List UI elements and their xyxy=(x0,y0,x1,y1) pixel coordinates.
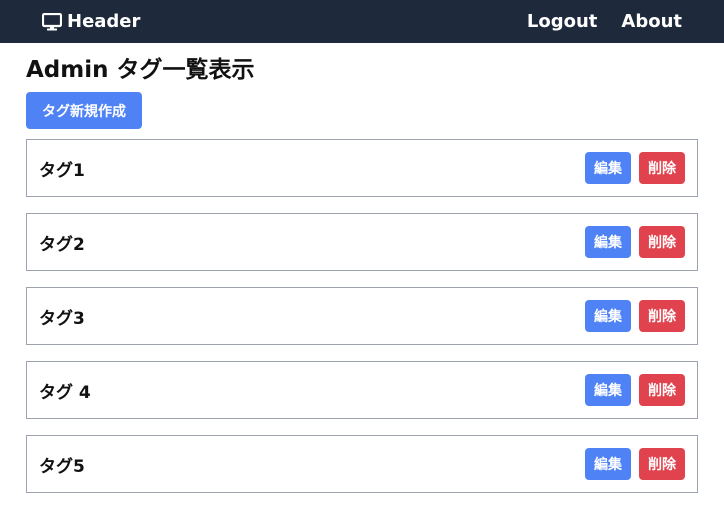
delete-button[interactable]: 削除 xyxy=(639,300,685,332)
delete-button[interactable]: 削除 xyxy=(639,374,685,406)
row-actions: 編集 削除 xyxy=(585,152,685,184)
edit-button[interactable]: 編集 xyxy=(585,448,631,480)
tag-row: タグ3 編集 削除 xyxy=(26,287,698,345)
edit-button[interactable]: 編集 xyxy=(585,152,631,184)
delete-button[interactable]: 削除 xyxy=(639,226,685,258)
tag-name: タグ2 xyxy=(39,234,85,255)
main-content: Admin タグ一覧表示 タグ新規作成 タグ1 編集 削除 タグ2 編集 削除 … xyxy=(0,56,724,493)
page-title: Admin タグ一覧表示 xyxy=(26,57,255,83)
row-actions: 編集 削除 xyxy=(585,300,685,332)
tag-row: タグ 4 編集 削除 xyxy=(26,361,698,419)
about-link[interactable]: About xyxy=(621,11,682,32)
row-actions: 編集 削除 xyxy=(585,448,685,480)
tag-name: タグ5 xyxy=(39,456,85,477)
tag-name: タグ1 xyxy=(39,160,85,181)
row-actions: 編集 削除 xyxy=(585,226,685,258)
tag-row: タグ1 編集 削除 xyxy=(26,139,698,197)
top-navbar: Header Logout About xyxy=(0,0,724,43)
create-tag-button[interactable]: タグ新規作成 xyxy=(26,92,142,129)
brand-label: Header xyxy=(67,11,141,32)
edit-button[interactable]: 編集 xyxy=(585,226,631,258)
tag-row: タグ5 編集 削除 xyxy=(26,435,698,493)
logout-link[interactable]: Logout xyxy=(527,11,598,32)
tag-name: タグ 4 xyxy=(39,382,91,403)
edit-button[interactable]: 編集 xyxy=(585,300,631,332)
monitor-icon xyxy=(42,12,62,31)
row-actions: 編集 削除 xyxy=(585,374,685,406)
tag-list: タグ1 編集 削除 タグ2 編集 削除 タグ3 編集 削除 タグ 4 編集 削除… xyxy=(26,139,698,493)
edit-button[interactable]: 編集 xyxy=(585,374,631,406)
delete-button[interactable]: 削除 xyxy=(639,448,685,480)
tag-row: タグ2 編集 削除 xyxy=(26,213,698,271)
delete-button[interactable]: 削除 xyxy=(639,152,685,184)
tag-name: タグ3 xyxy=(39,308,85,329)
brand[interactable]: Header xyxy=(42,11,140,32)
nav-links: Logout About xyxy=(527,11,682,32)
